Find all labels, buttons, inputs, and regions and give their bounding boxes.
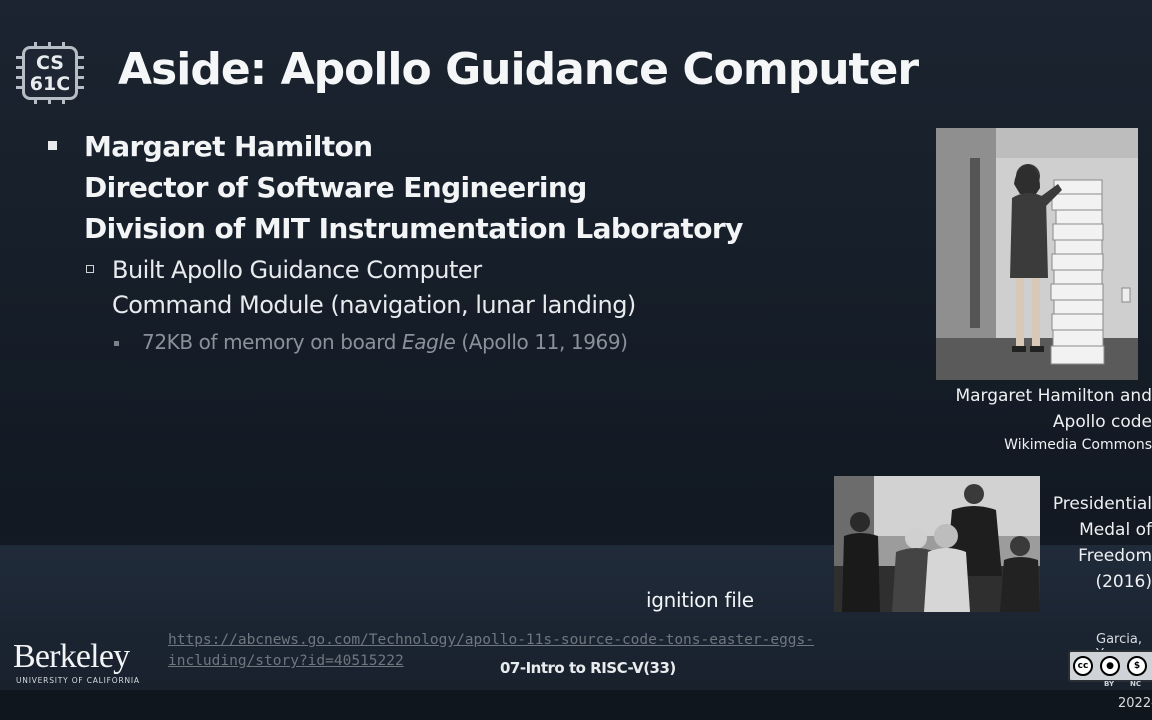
cc-icon: cc	[1073, 656, 1093, 676]
square-bullet-icon	[48, 141, 57, 150]
source-link[interactable]: https://abcnews.go.com/Technology/apollo…	[168, 630, 814, 672]
bullet-level2-line2: Command Module (navigation, lunar landin…	[112, 291, 636, 319]
hollow-square-bullet-icon	[86, 265, 94, 273]
small-square-bullet-icon	[114, 341, 119, 346]
photo1-caption-line1: Margaret Hamilton and	[955, 386, 1152, 406]
bullet-level2-line1: Built Apollo Guidance Computer	[112, 256, 482, 284]
slide: CS 61C Aside: Apollo Guidance Computer M…	[0, 0, 1152, 720]
creative-commons-badge: cc ● $	[1068, 650, 1152, 682]
bullet-level1: Margaret Hamilton Director of Software E…	[48, 126, 743, 249]
cc-label-nc: NC	[1130, 680, 1141, 688]
logo-line1: CS	[36, 52, 64, 74]
hamilton-photo	[936, 128, 1138, 380]
bullet-level3-prefix: 72KB of memory on board	[142, 330, 402, 354]
cc-label-by: BY	[1104, 680, 1115, 688]
footer-lecture: 07-Intro to RISC-V(33)	[500, 659, 676, 677]
ignition-file-text: ignition file	[646, 588, 754, 612]
bullet-level1-line2: Director of Software Engineering	[84, 171, 587, 204]
photo1-caption-source: Wikimedia Commons	[1004, 437, 1152, 453]
berkeley-logo: Berkeley	[13, 638, 130, 675]
footer-year: 2022-	[1118, 696, 1152, 711]
bottom-strip	[0, 690, 1152, 720]
source-link-line2[interactable]: including/story?id=40515222	[168, 651, 814, 672]
bullet-level2: Built Apollo Guidance Computer Command M…	[86, 253, 636, 323]
bullet-level3-suffix: (Apollo 11, 1969)	[455, 330, 628, 354]
hamilton-photo-illustration	[936, 128, 1138, 380]
bullet-level3-italic: Eagle	[401, 330, 456, 354]
berkeley-logo-subtitle: UNIVERSITY OF CALIFORNIA	[16, 676, 140, 685]
photo2-caption-line3: Freedom	[1078, 546, 1152, 566]
nc-dollar-icon: $	[1127, 656, 1147, 676]
cs61c-logo: CS 61C	[16, 42, 84, 104]
medal-photo-illustration	[834, 476, 1040, 612]
photo2-caption-line2: Medal of	[1079, 520, 1152, 540]
slide-title: Aside: Apollo Guidance Computer	[118, 44, 919, 95]
logo-line2: 61C	[29, 73, 71, 95]
photo2-caption-line4: (2016)	[1095, 572, 1152, 592]
source-link-line1[interactable]: https://abcnews.go.com/Technology/apollo…	[168, 630, 814, 651]
by-person-icon: ●	[1100, 656, 1120, 676]
bullet-level1-line3: Division of MIT Instrumentation Laborato…	[84, 212, 743, 245]
footer-page-number: (33)	[643, 659, 676, 677]
medal-ceremony-photo	[834, 476, 1040, 612]
bullet-level3: 72KB of memory on board Eagle (Apollo 11…	[114, 328, 628, 356]
photo2-caption-line1: Presidential	[1052, 494, 1152, 514]
bullet-level1-line1: Margaret Hamilton	[84, 130, 373, 163]
footer-lecture-title: 07-Intro to RISC-V	[500, 659, 644, 677]
